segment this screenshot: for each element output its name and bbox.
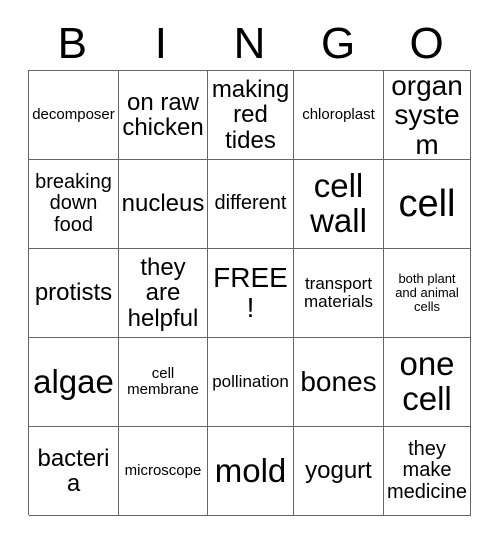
bingo-cell-b1[interactable]: decomposer: [29, 71, 119, 160]
bingo-cell-b4[interactable]: algae: [29, 338, 119, 427]
bingo-cell-b3[interactable]: protists: [29, 249, 119, 338]
bingo-card: B I N G O decomposer on raw chicken maki…: [0, 0, 500, 544]
bingo-cell-label: microscope: [124, 462, 202, 480]
bingo-cell-label: bacteria: [37, 444, 110, 497]
header-letter-i: I: [154, 19, 167, 68]
bingo-cell-label: algae: [33, 362, 114, 400]
bingo-cell-g4[interactable]: bones: [294, 338, 384, 427]
bingo-cell-i4[interactable]: cell membrane: [119, 338, 208, 427]
bingo-cell-n2[interactable]: different: [208, 160, 294, 249]
bingo-cell-b2[interactable]: breaking down food: [29, 160, 119, 249]
bingo-cell-i3[interactable]: they are helpful: [119, 249, 208, 338]
bingo-cell-o4[interactable]: one cell: [384, 338, 471, 427]
bingo-cell-label: cell membrane: [127, 365, 199, 398]
bingo-cell-b5[interactable]: bacteria: [29, 427, 119, 516]
bingo-cell-i5[interactable]: microscope: [119, 427, 208, 516]
header-letter-o: O: [409, 19, 444, 68]
bingo-cell-label: on raw chicken: [122, 88, 204, 141]
bingo-cell-label: bones: [300, 366, 377, 398]
bingo-cell-o2[interactable]: cell: [384, 160, 471, 249]
bingo-cell-label: breaking down food: [35, 171, 112, 236]
bingo-cell-i1[interactable]: on raw chicken: [119, 71, 208, 160]
bingo-cell-i2[interactable]: nucleus: [119, 160, 208, 249]
bingo-cell-free-space[interactable]: FREE!: [208, 249, 294, 338]
bingo-cell-label: transport materials: [304, 273, 373, 311]
bingo-header: B I N G O: [28, 18, 471, 70]
bingo-cell-label: different: [214, 192, 287, 215]
bingo-cell-n5[interactable]: mold: [208, 427, 294, 516]
bingo-cell-label: decomposer: [32, 106, 115, 124]
header-letter-b: B: [57, 19, 87, 68]
bingo-cell-label: cell: [398, 182, 456, 225]
bingo-grid: decomposer on raw chicken making red tid…: [28, 70, 471, 516]
bingo-cell-label: yogurt: [305, 457, 372, 485]
bingo-cell-label: mold: [214, 451, 287, 489]
bingo-cell-label: pollination: [212, 371, 289, 391]
bingo-cell-label: cell wall: [310, 167, 367, 239]
bingo-cell-label: they make medicine: [386, 438, 468, 503]
bingo-cell-label: one cell: [399, 345, 455, 417]
bingo-cell-g5[interactable]: yogurt: [294, 427, 384, 516]
header-letter-g: G: [320, 19, 356, 68]
bingo-cell-o1[interactable]: organ system: [384, 71, 471, 160]
bingo-cell-label: FREE!: [213, 262, 288, 323]
bingo-cell-n4[interactable]: pollination: [208, 338, 294, 427]
bingo-cell-label: making red tides: [211, 75, 290, 154]
bingo-cell-g3[interactable]: transport materials: [294, 249, 384, 338]
header-letter-n: N: [233, 19, 266, 68]
bingo-cell-label: nucleus: [121, 190, 205, 218]
bingo-cell-g1[interactable]: chloroplast: [294, 71, 384, 160]
bingo-cell-g2[interactable]: cell wall: [294, 160, 384, 249]
bingo-cell-o5[interactable]: they make medicine: [384, 427, 471, 516]
bingo-cell-label: organ system: [391, 71, 463, 160]
bingo-cell-n1[interactable]: making red tides: [208, 71, 294, 160]
bingo-cell-label: protists: [34, 279, 113, 307]
bingo-cell-label: they are helpful: [127, 253, 199, 332]
bingo-cell-o3[interactable]: both plant and animal cells: [384, 249, 471, 338]
bingo-cell-label: both plant and animal cells: [395, 271, 459, 314]
bingo-cell-label: chloroplast: [302, 106, 375, 124]
